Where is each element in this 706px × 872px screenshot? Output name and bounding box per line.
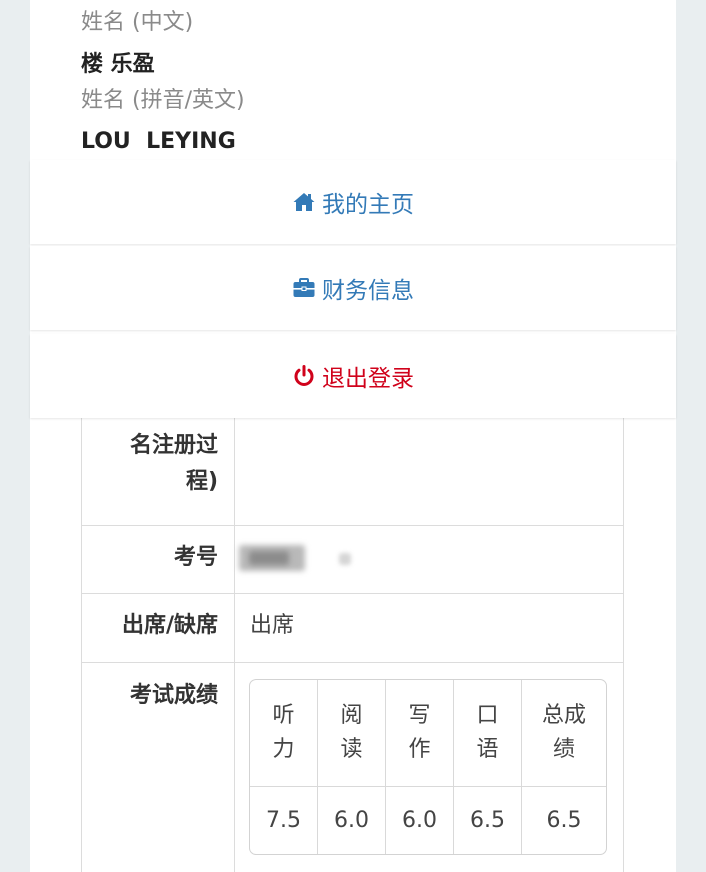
attendance-row: 出席/缺席 出席 (82, 593, 623, 663)
score-header-listening: 听力 (272, 703, 295, 762)
score-col-writing: 写作 6.0 (386, 680, 454, 854)
score-header-overall: 总成绩 (541, 703, 586, 762)
partial-label-line1: 名注册过 (129, 433, 218, 458)
score-col-speaking: 口语 6.5 (454, 680, 522, 854)
menu-item-finance[interactable]: 财务信息 (30, 246, 676, 330)
menu-home-label: 我的主页 (322, 192, 414, 218)
score-value-writing: 6.0 (402, 808, 437, 833)
score-col-overall: 总成绩 6.5 (522, 680, 606, 854)
power-icon (294, 365, 314, 386)
score-value-speaking: 6.5 (470, 808, 505, 833)
briefcase-icon (293, 278, 315, 297)
user-info-panel: 姓名 (中文) 楼 乐盈 姓名 (拼音/英文) LOU LEYING (30, 0, 676, 160)
score-value-listening: 7.5 (266, 808, 301, 833)
attendance-value: 出席 (250, 613, 295, 638)
score-value-reading: 6.0 (334, 808, 369, 833)
score-header-speaking: 口语 (476, 703, 499, 762)
name-en-label: 姓名 (拼音/英文) (81, 88, 245, 113)
exam-number-redacted (239, 541, 359, 577)
scores-table: 听力 7.5 阅读 6.0 写作 6.0 口语 6.5 总成绩 6.5 (249, 679, 607, 855)
score-col-listening: 听力 7.5 (250, 680, 318, 854)
menu-finance-label: 财务信息 (322, 278, 414, 304)
exam-scores-label: 考试成绩 (129, 683, 218, 708)
home-icon (293, 193, 315, 211)
name-en-value: LOU LEYING (81, 129, 236, 154)
exam-number-label: 考号 (173, 545, 218, 570)
menu-logout-label: 退出登录 (322, 366, 414, 392)
score-header-writing: 写作 (408, 703, 431, 762)
menu-item-home[interactable]: 我的主页 (30, 160, 676, 244)
partial-label-line2: 程) (185, 469, 218, 494)
score-value-overall: 6.5 (546, 808, 582, 833)
score-col-reading: 阅读 6.0 (318, 680, 386, 854)
attendance-label: 出席/缺席 (121, 613, 218, 638)
name-cn-value: 楼 乐盈 (81, 52, 155, 77)
name-cn-label: 姓名 (中文) (81, 10, 194, 35)
score-header-reading: 阅读 (340, 703, 363, 762)
menu-item-logout[interactable]: 退出登录 (30, 334, 676, 418)
